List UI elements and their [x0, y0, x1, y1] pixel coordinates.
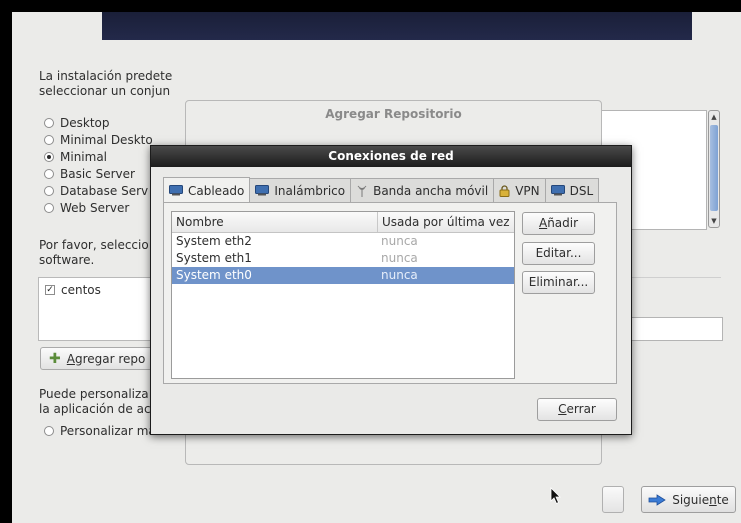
scroll-up-icon[interactable]: ▲: [709, 112, 719, 122]
close-button[interactable]: Cerrar: [537, 398, 617, 421]
tab-dsl[interactable]: DSL: [544, 178, 600, 202]
option-database-server[interactable]: Database Serv: [44, 184, 148, 198]
connection-type-tabs: Cableado Inalámbrico Banda ancha móvil V…: [163, 177, 600, 203]
select-line-1: Por favor, seleccio: [39, 238, 149, 252]
option-web-server[interactable]: Web Server: [44, 201, 129, 215]
next-button[interactable]: Siguiente: [641, 486, 736, 513]
table-header: Nombre Usada por última vez: [172, 212, 514, 233]
customize-line-2: la aplicación de ac: [39, 402, 151, 416]
connections-table[interactable]: Nombre Usada por última vez System eth2 …: [171, 211, 515, 379]
option-label: Database Serv: [60, 184, 149, 198]
repo-item-label: centos: [61, 283, 101, 297]
tab-label: Cableado: [188, 183, 245, 198]
add-access-key: A: [538, 216, 548, 230]
arrow-right-icon: [648, 493, 666, 506]
installer-screen: La instalación predete seleccionar un co…: [12, 12, 741, 523]
select-software-text: Por favor, seleccio software.: [39, 238, 149, 268]
option-label: Desktop: [60, 116, 110, 130]
radio-button[interactable]: [44, 186, 54, 196]
connection-name: System eth1: [176, 251, 252, 265]
plus-icon: ✚: [49, 350, 61, 367]
radio-button[interactable]: [44, 118, 54, 128]
checkbox-checked[interactable]: ✓: [45, 285, 55, 295]
next-text-prefix: Siguie: [672, 492, 710, 507]
table-row[interactable]: System eth2 nunca: [172, 233, 514, 250]
wired-tab-panel: Nombre Usada por última vez System eth2 …: [163, 202, 617, 384]
tab-vpn[interactable]: VPN: [493, 178, 546, 202]
table-row-selected[interactable]: System eth0 nunca: [172, 267, 514, 284]
tab-mobile-broadband[interactable]: Banda ancha móvil: [350, 178, 495, 202]
back-button[interactable]: [602, 486, 624, 513]
column-header-last-used[interactable]: Usada por última vez: [377, 212, 516, 232]
add-repo-text: gregar repo: [74, 351, 146, 366]
column-header-name[interactable]: Nombre: [172, 212, 377, 232]
radio-button[interactable]: [44, 135, 54, 145]
next-text-suffix: te: [716, 492, 729, 507]
header-banner: [102, 12, 692, 40]
wireless-network-icon: [255, 185, 270, 196]
add-connection-button[interactable]: Añadir: [522, 212, 595, 235]
next-access-key: n: [709, 492, 717, 507]
vpn-lock-icon: [499, 184, 510, 197]
tab-wireless[interactable]: Inalámbrico: [249, 178, 352, 202]
delete-connection-button[interactable]: Eliminar...: [522, 271, 595, 294]
option-basic-server[interactable]: Basic Server: [44, 167, 135, 181]
customize-text: Puede personaliza la aplicación de ac: [39, 387, 151, 417]
add-repo-access-key: A: [66, 351, 75, 366]
close-access-key: C: [558, 402, 567, 416]
tab-wired[interactable]: Cableado: [163, 177, 251, 203]
dialog-title-bar: Conexiones de red: [151, 146, 631, 167]
option-label: Minimal: [60, 150, 108, 164]
tab-label: Inalámbrico: [274, 183, 346, 198]
wired-network-icon: [169, 185, 183, 196]
radio-button[interactable]: [44, 426, 54, 436]
scrollbar-thumb[interactable]: [710, 125, 718, 211]
customize-line-1: Puede personaliza: [39, 387, 149, 401]
connection-name: System eth0: [176, 268, 252, 282]
tab-label: Banda ancha móvil: [373, 183, 489, 198]
scroll-down-icon[interactable]: ▼: [709, 216, 719, 226]
repo-dialog-title: Agregar Repositorio: [325, 107, 462, 121]
connection-last-used: nunca: [381, 234, 418, 248]
option-minimal[interactable]: Minimal: [44, 150, 107, 164]
vertical-scrollbar[interactable]: ▲ ▼: [708, 110, 720, 228]
radio-button[interactable]: [44, 203, 54, 213]
intro-line-1: La instalación predete: [39, 69, 173, 83]
edit-connection-button[interactable]: Editar...: [522, 242, 595, 265]
table-row[interactable]: System eth1 nunca: [172, 250, 514, 267]
tab-label: VPN: [515, 183, 540, 198]
connection-last-used: nunca: [381, 251, 418, 265]
intro-text: La instalación predete seleccionar un co…: [39, 69, 172, 99]
mobile-broadband-icon: [357, 185, 367, 197]
connection-name: System eth2: [176, 234, 252, 248]
radio-button[interactable]: [44, 169, 54, 179]
option-minimal-desktop[interactable]: Minimal Deskto: [44, 133, 153, 147]
repo-item-centos[interactable]: ✓ centos: [45, 283, 101, 297]
add-repo-label: Agregar repo: [67, 352, 146, 366]
intro-line-2: seleccionar un conjun: [39, 84, 171, 98]
dsl-network-icon: [550, 185, 565, 196]
network-connections-dialog: Conexiones de red Cableado Inalámbrico B…: [150, 145, 632, 435]
option-label: Basic Server: [60, 167, 135, 181]
next-label: Siguiente: [672, 493, 729, 507]
option-desktop[interactable]: Desktop: [44, 116, 110, 130]
close-text: errar: [566, 402, 596, 416]
option-label: Web Server: [60, 201, 130, 215]
mouse-cursor-icon: [550, 487, 561, 505]
option-label: Minimal Deskto: [60, 133, 153, 147]
add-text: ñadir: [547, 216, 579, 230]
radio-button-selected[interactable]: [44, 152, 54, 162]
tab-label: DSL: [569, 183, 594, 198]
select-line-2: software.: [39, 253, 95, 267]
connection-last-used: nunca: [381, 268, 418, 282]
